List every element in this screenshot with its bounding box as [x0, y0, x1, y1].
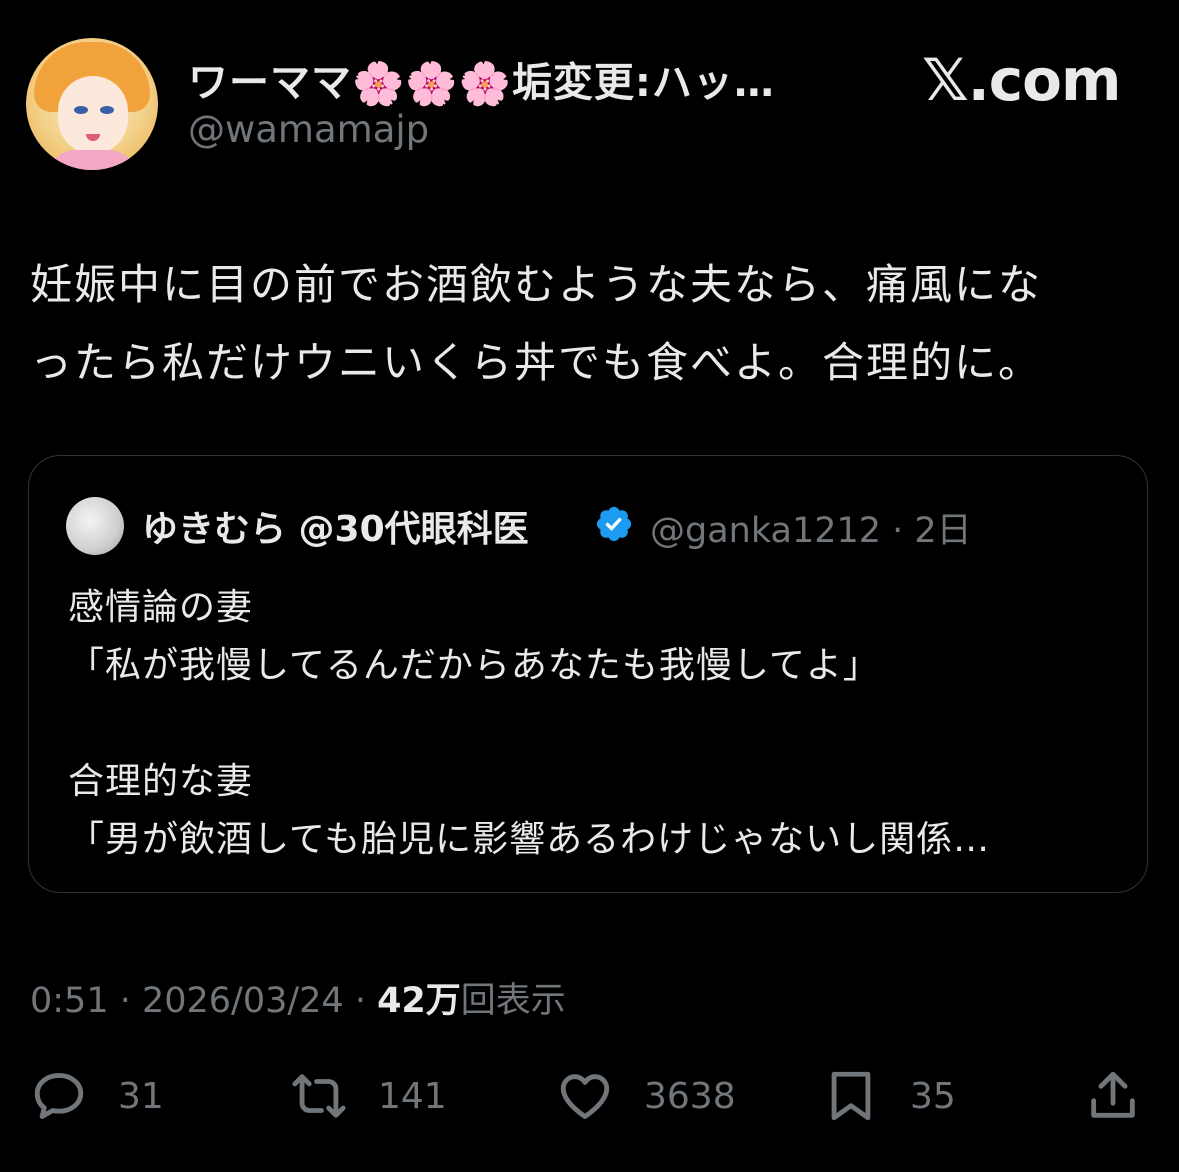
author-display-name[interactable]: ワーママ🌸🌸🌸垢変更:ハッ… — [188, 50, 775, 109]
display-name-prefix: ワーママ — [188, 60, 352, 106]
reply-icon — [34, 1073, 84, 1119]
x-logo: 𝕏.com — [922, 46, 1121, 114]
tweet-text: 妊娠中に目の前でお酒飲むような夫なら、痛風にな ったら私だけウニいくら丼でも食べ… — [30, 246, 1150, 402]
quote-line: 合理的な妻 — [68, 761, 254, 802]
display-name-suffix: 垢変更:ハッ… — [511, 60, 775, 106]
share-button[interactable] — [1084, 1066, 1142, 1126]
cherry-blossom-icon: 🌸 — [458, 59, 512, 108]
cherry-blossom-icon: 🌸 — [352, 59, 406, 108]
like-button[interactable]: 3638 — [556, 1066, 736, 1126]
bookmark-button[interactable]: 35 — [822, 1066, 956, 1126]
tweet-line: ったら私だけウニいくら丼でも食べよ。合理的に。 — [30, 338, 1043, 387]
share-icon — [1091, 1071, 1135, 1118]
quote-line: 「男が飲酒しても胎児に影響あるわけじゃないし関係… — [68, 819, 991, 860]
tweet-line: 妊娠中に目の前でお酒飲むような夫なら、痛風にな — [30, 260, 1043, 309]
tweet-meta: 0:51 · 2026/03/24 · 42万回表示 — [30, 972, 566, 1023]
repost-count: 141 — [378, 1075, 447, 1117]
bookmark-icon — [831, 1071, 871, 1121]
reply-button[interactable]: 31 — [30, 1066, 164, 1126]
quoted-author-avatar — [66, 497, 124, 555]
view-count: 42万 — [377, 981, 461, 1021]
quoted-handle-time: @ganka1212 · 2日 — [650, 511, 972, 551]
author-avatar[interactable] — [26, 38, 158, 170]
repost-icon — [292, 1074, 346, 1118]
heart-icon — [560, 1074, 610, 1119]
reply-count: 31 — [118, 1075, 164, 1117]
repost-button[interactable]: 141 — [290, 1066, 447, 1126]
quoted-author-name: ゆきむら @30代眼科医 — [142, 509, 529, 550]
bookmark-count: 35 — [910, 1075, 956, 1117]
cherry-blossom-icon: 🌸 — [405, 59, 459, 108]
like-count: 3638 — [644, 1075, 736, 1117]
views-label: 回表示 — [460, 981, 566, 1021]
quote-line: 感情論の妻 — [68, 587, 254, 628]
author-handle[interactable]: @wamamajp — [188, 108, 429, 151]
quote-line: 「私が我慢してるんだからあなたも我慢してよ」 — [68, 645, 880, 686]
timestamp[interactable]: 0:51 · 2026/03/24 · — [30, 981, 377, 1021]
verified-badge-icon — [596, 506, 632, 542]
